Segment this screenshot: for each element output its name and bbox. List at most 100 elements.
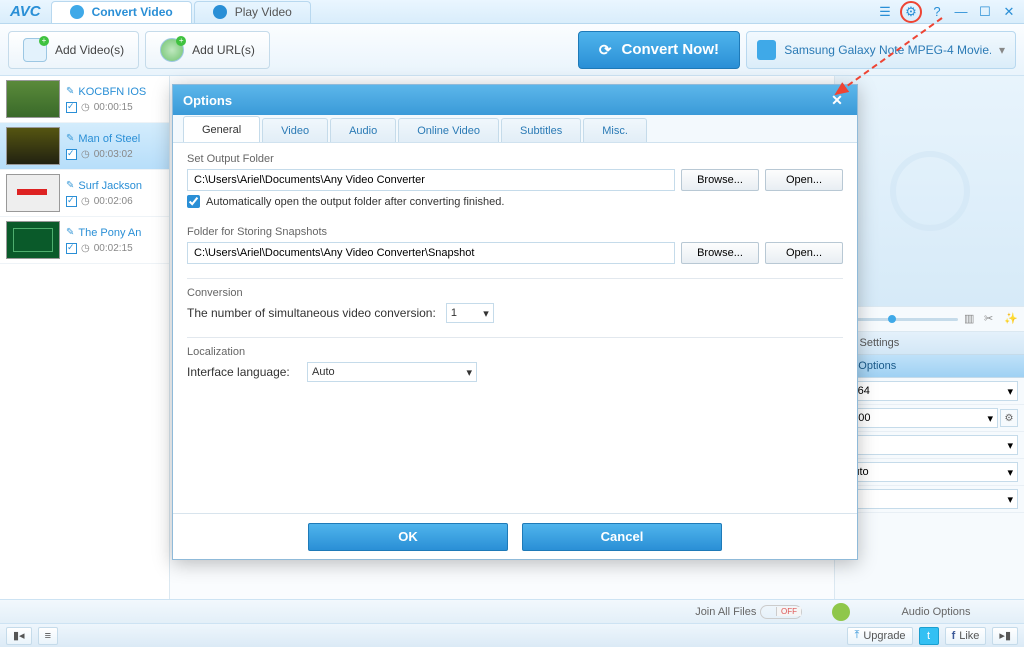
preview-area xyxy=(835,76,1024,306)
simultaneous-label: The number of simultaneous video convers… xyxy=(187,306,436,320)
tab-subtitles[interactable]: Subtitles xyxy=(501,118,581,142)
maximize-icon[interactable]: ☐ xyxy=(976,3,994,21)
tab-label: Convert Video xyxy=(92,5,173,19)
ok-button[interactable]: OK xyxy=(308,523,508,551)
video-size-select[interactable]: Auto▾ xyxy=(841,462,1018,482)
speaker-icon[interactable] xyxy=(832,603,850,621)
dialog-title: Options xyxy=(183,93,232,108)
right-panel: ▥ ✂ ✨ sic Settings eo Options x264▾ 2500… xyxy=(834,76,1024,599)
video-thumbnail xyxy=(6,127,60,165)
play-icon xyxy=(213,5,227,19)
gear-icon[interactable]: ⚙ xyxy=(1000,409,1018,427)
clip-icon[interactable]: ▥ xyxy=(964,312,978,326)
button-label: Add URL(s) xyxy=(192,43,255,57)
video-name: Man of Steel xyxy=(78,133,140,145)
video-item[interactable]: ✎KOCBFN IOS ◷00:00:15 xyxy=(0,76,169,123)
simultaneous-select[interactable]: 1▾ xyxy=(446,303,494,323)
clock-icon: ◷ xyxy=(81,243,90,254)
video-item[interactable]: ✎Man of Steel ◷00:03:02 xyxy=(0,123,169,170)
gear-icon[interactable]: ⚙ xyxy=(900,1,922,23)
minimize-icon[interactable]: — xyxy=(952,3,970,21)
tab-video[interactable]: Video xyxy=(262,118,328,142)
video-duration: 00:02:15 xyxy=(94,243,133,254)
video-pass-select[interactable]: 1▾ xyxy=(841,489,1018,509)
video-codec-select[interactable]: x264▾ xyxy=(841,381,1018,401)
tab-label: Play Video xyxy=(235,5,292,19)
output-folder-input[interactable] xyxy=(187,169,675,191)
bottom-bar: Join All Files OFF Audio Options xyxy=(0,599,1024,623)
scissors-icon[interactable]: ✂ xyxy=(984,312,998,326)
join-all-label: Join All Files xyxy=(695,606,756,618)
language-label: Interface language: xyxy=(187,365,297,379)
checkbox-icon[interactable] xyxy=(66,243,77,254)
chevron-down-icon: ▾ xyxy=(466,366,472,379)
audio-options-label[interactable]: Audio Options xyxy=(856,606,1016,618)
panel-right-toggle[interactable]: ▸▮ xyxy=(992,627,1018,645)
video-fps-select[interactable]: 25▾ xyxy=(841,435,1018,455)
basic-settings-header[interactable]: sic Settings xyxy=(835,332,1024,355)
checkbox-icon[interactable] xyxy=(66,102,77,113)
film-icon: + xyxy=(23,38,47,62)
add-urls-button[interactable]: + Add URL(s) xyxy=(145,31,270,69)
twitter-icon[interactable]: t xyxy=(919,627,939,645)
globe-icon: + xyxy=(160,38,184,62)
close-icon[interactable]: ✕ xyxy=(1000,3,1018,21)
join-all-toggle[interactable]: OFF xyxy=(760,605,802,619)
chevron-down-icon: ▾ xyxy=(999,43,1005,57)
open-button[interactable]: Open... xyxy=(765,169,843,191)
chevron-down-icon: ▾ xyxy=(1007,466,1013,479)
snapshot-folder-input[interactable] xyxy=(187,242,675,264)
dialog-button-row: OK Cancel xyxy=(173,513,857,559)
refresh-icon: ⟳ xyxy=(599,41,612,59)
video-duration: 00:00:15 xyxy=(94,102,133,113)
seek-slider[interactable] xyxy=(841,318,958,321)
help-icon[interactable]: ? xyxy=(928,3,946,21)
film-reel-icon xyxy=(890,151,970,231)
facebook-icon: f xyxy=(952,630,956,642)
convert-now-button[interactable]: ⟳ Convert Now! xyxy=(578,31,740,69)
wand-icon[interactable]: ✨ xyxy=(1004,312,1018,326)
close-icon[interactable]: ✕ xyxy=(827,90,847,110)
add-videos-button[interactable]: + Add Video(s) xyxy=(8,31,139,69)
video-item[interactable]: ✎Surf Jackson ◷00:02:06 xyxy=(0,170,169,217)
open-button[interactable]: Open... xyxy=(765,242,843,264)
video-item[interactable]: ✎The Pony An ◷00:02:15 xyxy=(0,217,169,264)
language-select[interactable]: Auto▾ xyxy=(307,362,477,382)
convert-icon xyxy=(70,5,84,19)
chevron-down-icon: ▾ xyxy=(987,412,993,425)
dialog-tabs: General Video Audio Online Video Subtitl… xyxy=(173,115,857,143)
auto-open-label: Automatically open the output folder aft… xyxy=(206,196,504,208)
checkbox-icon[interactable] xyxy=(66,196,77,207)
chevron-down-icon: ▾ xyxy=(1007,493,1013,506)
browse-button[interactable]: Browse... xyxy=(681,242,759,264)
auto-open-checkbox[interactable] xyxy=(187,195,200,208)
pencil-icon: ✎ xyxy=(66,180,74,191)
video-duration: 00:02:06 xyxy=(94,196,133,207)
tab-general[interactable]: General xyxy=(183,116,260,142)
tab-misc[interactable]: Misc. xyxy=(583,118,647,142)
output-folder-group: Set Output Folder Browse... Open... Auto… xyxy=(187,153,843,216)
video-bitrate-select[interactable]: 2500▾ xyxy=(841,408,998,428)
tab-audio[interactable]: Audio xyxy=(330,118,396,142)
video-thumbnail xyxy=(6,80,60,118)
checkbox-icon[interactable] xyxy=(66,149,77,160)
group-label: Conversion xyxy=(187,287,249,299)
profile-label: Samsung Galaxy Note MPEG-4 Movie... xyxy=(784,43,991,57)
panel-list-toggle[interactable]: ≡ xyxy=(38,627,58,645)
auto-open-checkbox-row[interactable]: Automatically open the output folder aft… xyxy=(187,195,843,208)
cancel-button[interactable]: Cancel xyxy=(522,523,722,551)
group-label: Localization xyxy=(187,346,251,358)
upgrade-button[interactable]: ⤒Upgrade xyxy=(847,627,912,645)
snapshot-folder-group: Folder for Storing Snapshots Browse... O… xyxy=(187,226,843,268)
conversion-group: Conversion The number of simultaneous vi… xyxy=(187,287,843,327)
output-profile-dropdown[interactable]: Samsung Galaxy Note MPEG-4 Movie... ▾ xyxy=(746,31,1016,69)
tab-convert-video[interactable]: Convert Video xyxy=(51,1,192,23)
browse-button[interactable]: Browse... xyxy=(681,169,759,191)
preview-controls: ▥ ✂ ✨ xyxy=(835,306,1024,332)
tab-online-video[interactable]: Online Video xyxy=(398,118,499,142)
facebook-like-button[interactable]: fLike xyxy=(945,627,987,645)
video-options-header[interactable]: eo Options xyxy=(835,355,1024,378)
menu-icon[interactable]: ☰ xyxy=(876,3,894,21)
tab-play-video[interactable]: Play Video xyxy=(194,1,311,23)
panel-left-toggle[interactable]: ▮◂ xyxy=(6,627,32,645)
